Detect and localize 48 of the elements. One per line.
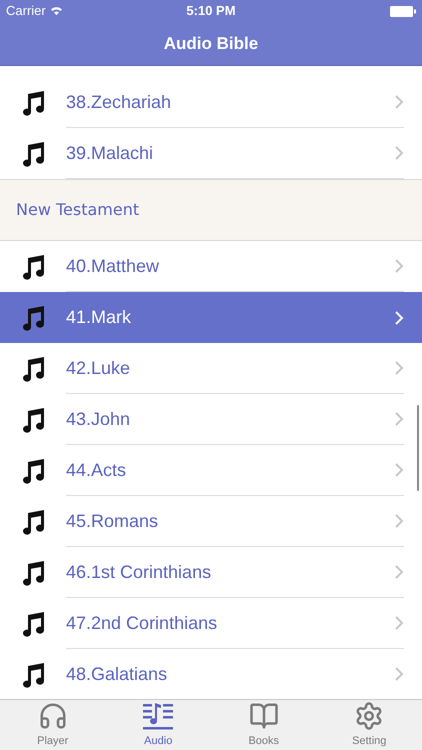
track-title: 45.Romans bbox=[66, 510, 160, 532]
music-note-icon bbox=[22, 560, 46, 586]
track-title: 42.Luke bbox=[66, 356, 132, 380]
track-title: 39.Malachi bbox=[66, 142, 154, 164]
music-note-icon bbox=[22, 508, 46, 534]
chevron-icon bbox=[395, 514, 404, 528]
music-note-icon bbox=[22, 140, 46, 166]
nav-title: Audio Bible bbox=[164, 33, 258, 56]
track-title: 40.Matthew bbox=[66, 254, 160, 278]
music-note-icon bbox=[22, 90, 46, 116]
headphones-icon bbox=[38, 700, 68, 730]
track-title: 48.Galatians bbox=[66, 662, 168, 686]
music-note-icon bbox=[22, 458, 46, 484]
music-note-icon bbox=[22, 610, 46, 636]
track-title: 43.John bbox=[66, 408, 132, 430]
music-note-icon bbox=[22, 356, 46, 382]
tab-item[interactable]: Books bbox=[211, 700, 316, 750]
chevron-icon bbox=[395, 361, 404, 375]
carrier-label: Carrier bbox=[6, 2, 46, 20]
battery-icon bbox=[390, 6, 416, 16]
track-title: 47.2nd Corinthians bbox=[66, 612, 218, 634]
chevron-icon bbox=[395, 616, 404, 630]
track-title: 44.Acts bbox=[66, 458, 128, 482]
chevron-icon bbox=[395, 463, 404, 477]
chevron-icon bbox=[395, 310, 404, 324]
wifi-icon bbox=[50, 6, 63, 16]
section-title: New Testament bbox=[16, 199, 140, 221]
track-title: 38.Zechariah bbox=[66, 90, 172, 114]
chevron-icon bbox=[395, 667, 404, 681]
tab-item[interactable]: Player bbox=[0, 700, 106, 750]
music-note-icon bbox=[22, 662, 46, 688]
music-note-icon bbox=[22, 406, 46, 432]
chevron-icon bbox=[395, 412, 404, 426]
chevron-icon bbox=[395, 259, 404, 273]
chevron-icon bbox=[395, 95, 404, 109]
tab-item[interactable]: Audio bbox=[106, 700, 211, 750]
chevron-icon bbox=[395, 146, 404, 160]
chevron-icon bbox=[395, 565, 404, 579]
settings-icon bbox=[354, 700, 384, 730]
track-row[interactable]: 41.Mark bbox=[0, 292, 422, 343]
status-time: 5:10 PM bbox=[186, 2, 236, 20]
track-title: 41.Mark bbox=[66, 306, 132, 329]
music-list-icon bbox=[142, 700, 174, 730]
book-icon bbox=[248, 700, 279, 730]
track-title: 46.1st Corinthians bbox=[66, 560, 212, 584]
music-note-icon bbox=[22, 304, 46, 330]
music-note-icon bbox=[22, 254, 46, 280]
tab-item[interactable]: Setting bbox=[316, 700, 422, 750]
